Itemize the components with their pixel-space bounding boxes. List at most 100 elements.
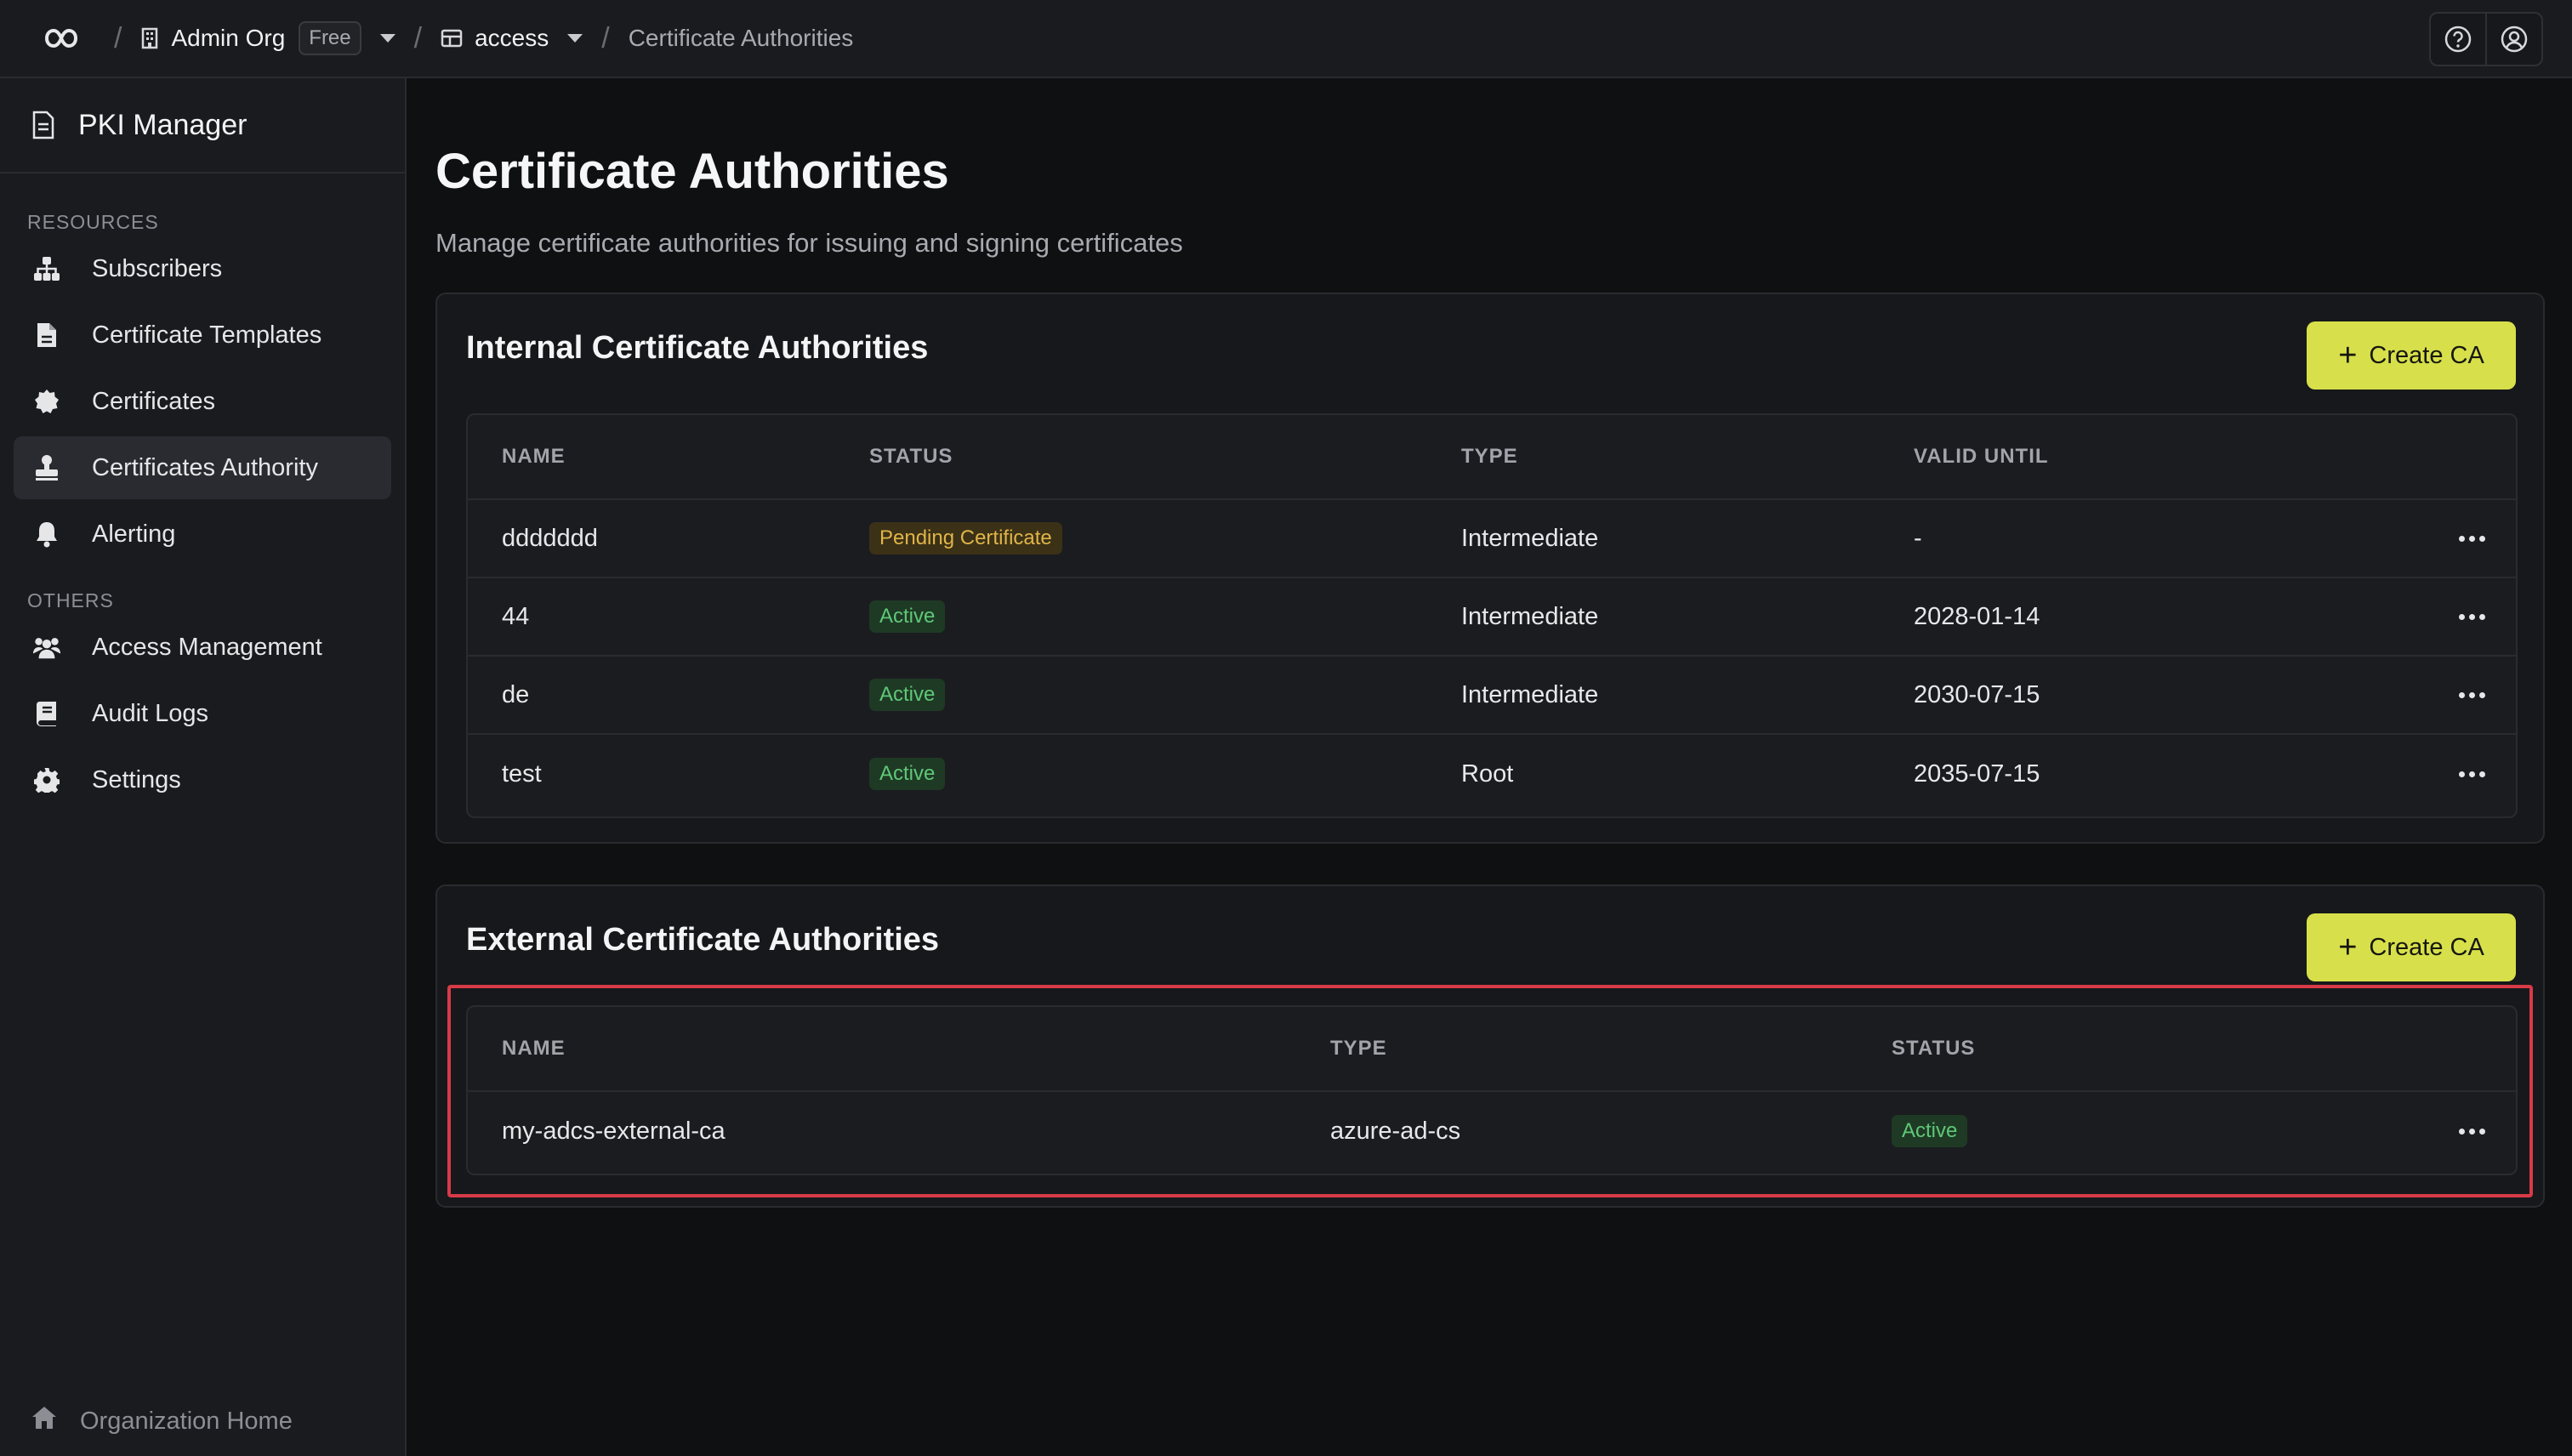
sidebar-item-alerting[interactable]: Alerting xyxy=(14,503,391,566)
gear-icon xyxy=(32,765,61,794)
breadcrumb-project[interactable]: access xyxy=(441,25,583,52)
status-badge: Active xyxy=(1892,1115,1968,1147)
user-account-button[interactable] xyxy=(2485,14,2541,65)
help-icon xyxy=(2444,26,2472,53)
page-title: Certificate Authorities xyxy=(435,144,949,199)
table-row[interactable]: de Active Intermediate 2030-07-15 xyxy=(468,657,2516,735)
ca-name: 44 xyxy=(502,602,530,630)
status-badge: Active xyxy=(869,679,946,711)
breadcrumb-current: Certificate Authorities xyxy=(628,25,854,51)
column-header-status[interactable]: STATUS xyxy=(869,415,953,498)
row-actions-button[interactable] xyxy=(2459,578,2485,655)
chevron-down-icon[interactable] xyxy=(567,34,583,43)
column-header-type[interactable]: TYPE xyxy=(1330,1007,1387,1090)
sidebar-item-settings[interactable]: Settings xyxy=(14,748,391,811)
top-bar: / Admin Org Free / access / Certificate … xyxy=(0,0,2572,78)
internal-ca-card: Internal Certificate Authorities + Creat… xyxy=(435,293,2545,844)
organization-home-link[interactable]: Organization Home xyxy=(0,1405,405,1437)
breadcrumb-separator: / xyxy=(413,21,423,54)
breadcrumb-separator: / xyxy=(114,21,122,54)
row-actions-button[interactable] xyxy=(2459,1092,2485,1170)
table-row[interactable]: test Active Root 2035-07-15 xyxy=(468,735,2516,813)
sidebar-item-label: Certificates Authority xyxy=(92,453,318,481)
breadcrumb-org[interactable]: Admin Org Free xyxy=(140,21,395,55)
sidebar-item-subscribers[interactable]: Subscribers xyxy=(14,237,391,300)
ca-type: Intermediate xyxy=(1461,524,1599,552)
status-badge: Pending Certificate xyxy=(869,522,1062,555)
column-header-name[interactable]: NAME xyxy=(502,1007,566,1090)
create-internal-ca-button[interactable]: + Create CA xyxy=(2307,321,2516,390)
sidebar: PKI Manager RESOURCES Subscribers Certif… xyxy=(0,78,407,1456)
user-circle-icon xyxy=(2501,26,2528,53)
sidebar-header: PKI Manager xyxy=(0,78,405,173)
internal-ca-table: NAME STATUS TYPE VALID UNTIL ddddddd Pen… xyxy=(466,413,2518,818)
row-actions-button[interactable] xyxy=(2459,735,2485,813)
column-header-name[interactable]: NAME xyxy=(502,415,566,498)
ca-valid-until: 2035-07-15 xyxy=(1914,759,2040,788)
main-content: Certificate Authorities Manage certifica… xyxy=(408,78,2572,1456)
external-ca-title: External Certificate Authorities xyxy=(466,922,940,958)
project-name: access xyxy=(475,25,549,51)
status-cell: Active xyxy=(869,735,946,813)
table-row[interactable]: my-adcs-external-ca azure-ad-cs Active xyxy=(468,1092,2516,1170)
sidebar-item-label: Alerting xyxy=(92,520,176,548)
ca-name: test xyxy=(502,759,542,788)
column-header-valid-until[interactable]: VALID UNTIL xyxy=(1914,415,2049,498)
plus-icon: + xyxy=(2338,338,2358,373)
building-icon xyxy=(142,27,158,49)
ca-type: azure-ad-cs xyxy=(1330,1117,1461,1145)
section-label-resources: RESOURCES xyxy=(27,211,159,233)
topbar-actions xyxy=(2429,12,2543,66)
table-header-row: NAME STATUS TYPE VALID UNTIL xyxy=(468,415,2516,500)
column-header-type[interactable]: TYPE xyxy=(1461,415,1518,498)
status-cell: Active xyxy=(869,578,946,655)
table-row[interactable]: ddddddd Pending Certificate Intermediate… xyxy=(468,500,2516,578)
file-icon xyxy=(32,321,61,350)
sidebar-item-certificate-templates[interactable]: Certificate Templates xyxy=(14,304,391,367)
sidebar-item-label: Audit Logs xyxy=(92,699,209,727)
document-icon xyxy=(32,111,54,139)
sidebar-title: PKI Manager xyxy=(78,108,248,141)
sidebar-item-certificates[interactable]: Certificates xyxy=(14,370,391,433)
sitemap-icon xyxy=(32,254,61,283)
create-external-ca-button[interactable]: + Create CA xyxy=(2307,913,2516,981)
status-cell: Active xyxy=(1892,1092,1968,1170)
organization-home-label: Organization Home xyxy=(80,1407,293,1435)
sidebar-item-label: Settings xyxy=(92,765,181,793)
create-ca-label: Create CA xyxy=(2369,341,2484,369)
internal-ca-title: Internal Certificate Authorities xyxy=(466,330,929,366)
app-window: / Admin Org Free / access / Certificate … xyxy=(0,0,2572,1456)
create-ca-label: Create CA xyxy=(2369,933,2484,961)
bell-icon xyxy=(32,520,61,549)
ca-name: de xyxy=(502,680,530,708)
infinity-logo-icon[interactable] xyxy=(34,21,83,55)
status-badge: Active xyxy=(869,758,946,790)
external-ca-table: NAME TYPE STATUS my-adcs-external-ca azu… xyxy=(466,1005,2518,1175)
breadcrumb-separator: / xyxy=(601,21,610,54)
table-row[interactable]: 44 Active Intermediate 2028-01-14 xyxy=(468,578,2516,657)
page-subtitle: Manage certificate authorities for issui… xyxy=(435,228,1183,258)
ellipsis-icon xyxy=(2459,691,2485,698)
help-button[interactable] xyxy=(2431,14,2485,65)
column-header-status[interactable]: STATUS xyxy=(1892,1007,1975,1090)
plus-icon: + xyxy=(2338,930,2358,965)
row-actions-button[interactable] xyxy=(2459,657,2485,733)
table-header-row: NAME TYPE STATUS xyxy=(468,1007,2516,1092)
plan-badge: Free xyxy=(299,21,361,55)
sidebar-item-label: Certificates xyxy=(92,387,216,415)
ellipsis-icon xyxy=(2459,535,2485,542)
row-actions-button[interactable] xyxy=(2459,500,2485,577)
ca-name: my-adcs-external-ca xyxy=(502,1117,726,1145)
section-label-others: OTHERS xyxy=(27,589,114,611)
users-icon xyxy=(32,633,61,662)
sidebar-item-label: Access Management xyxy=(92,633,322,661)
sidebar-item-certificates-authority[interactable]: Certificates Authority xyxy=(14,436,391,499)
sidebar-item-access-management[interactable]: Access Management xyxy=(14,616,391,679)
home-icon xyxy=(31,1405,58,1437)
ellipsis-icon xyxy=(2459,771,2485,777)
sidebar-item-label: Certificate Templates xyxy=(92,321,322,349)
ca-type: Intermediate xyxy=(1461,602,1599,630)
sidebar-item-audit-logs[interactable]: Audit Logs xyxy=(14,682,391,745)
ellipsis-icon xyxy=(2459,613,2485,620)
chevron-down-icon[interactable] xyxy=(379,34,395,43)
